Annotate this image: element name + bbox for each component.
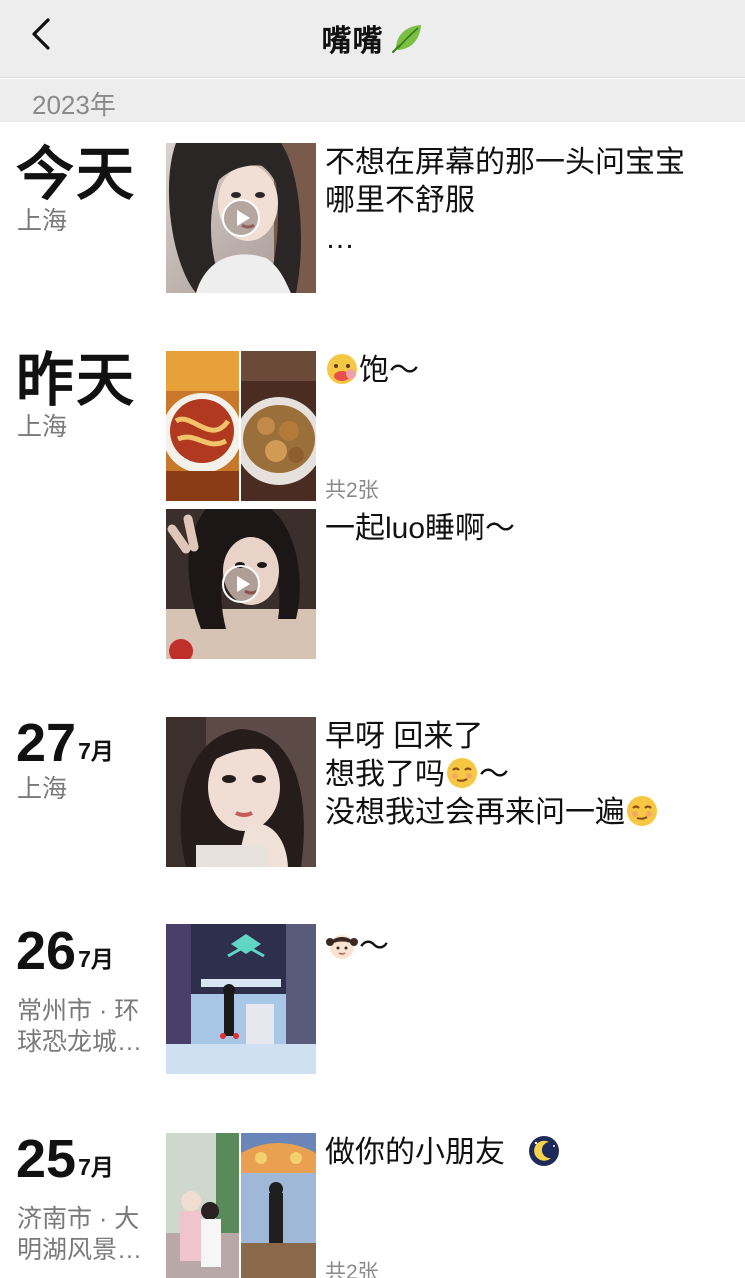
year-section-header: 2023年 (0, 79, 745, 122)
caption-line: 没想我过会再来问一遍 (325, 794, 725, 832)
moon-icon (529, 1136, 560, 1166)
nav-bar: 嘴嘴 (0, 0, 745, 78)
entry-caption[interactable]: 做你的小朋友 (325, 1134, 725, 1172)
video-thumbnail[interactable] (166, 509, 316, 659)
entry-caption[interactable]: 一起luo睡啊～ (325, 510, 725, 548)
timeline-entry: 267月 常州市 · 环 球恐龙城… ～ (0, 902, 745, 1112)
caption-text: 做你的小朋友 (325, 1136, 505, 1169)
caption-suffix: ～ (479, 758, 509, 791)
play-icon[interactable] (221, 198, 261, 238)
photo-count: 共2张 (325, 479, 379, 502)
entry-date: 257月 (16, 1132, 114, 1186)
caption-line-text: 没想我过会再来问一遍 (325, 796, 625, 829)
timeline-entry: 今天 上海 不想在屏幕的那一头问宝宝 哪里不舒服 … (0, 122, 745, 322)
caption-ellipsis: … (325, 222, 355, 255)
year-label: 2023年 (32, 90, 116, 120)
entry-day: 26 (16, 921, 77, 981)
entry-day: 27 (16, 713, 77, 773)
location-line: 明湖风景… (17, 1236, 143, 1264)
photo-count: 共2张 (325, 1261, 379, 1278)
video-thumbnail[interactable] (166, 143, 316, 293)
entry-caption[interactable]: 饱～ (325, 352, 725, 390)
entry-caption[interactable]: ～ (325, 928, 725, 966)
entry-location: 上海 (17, 207, 68, 235)
mall-photo (166, 924, 316, 1074)
entry-location: 济南市 · 大 明湖风景… (17, 1204, 157, 1266)
timeline-entry: 昨天 上海 饱～ 共2张 一起luo睡啊～ (0, 322, 745, 682)
page-title-text: 嘴嘴 (321, 25, 384, 58)
photo-thumbnail[interactable] (241, 1133, 316, 1278)
entry-location: 常州市 · 环 球恐龙城… (17, 996, 157, 1058)
girl-icon (326, 935, 358, 959)
photo-thumbnail[interactable] (166, 1133, 239, 1278)
entry-month: 7月 (78, 1154, 114, 1180)
caption-line: 早呀 回来了 (325, 720, 484, 753)
location-line: 常州市 · 环 (17, 997, 140, 1025)
entry-date: 277月 (16, 716, 114, 770)
portrait-photo (166, 717, 316, 867)
photo-thumbnail[interactable] (241, 351, 316, 501)
photo-thumbnail[interactable] (166, 351, 239, 501)
entry-caption[interactable]: 不想在屏幕的那一头问宝宝 哪里不舒服 … (325, 144, 725, 258)
play-icon[interactable] (221, 564, 261, 604)
caption-line: 不想在屏幕的那一头问宝宝 (325, 146, 685, 179)
caption-text: 饱～ (359, 354, 419, 387)
photo-thumbnail[interactable] (166, 924, 316, 1074)
entry-month: 7月 (78, 738, 114, 764)
entry-date: 267月 (16, 924, 114, 978)
food-photo (241, 351, 316, 501)
entry-day: 今天 (16, 142, 137, 207)
entry-month: 7月 (78, 946, 114, 972)
smirk-face-icon (447, 758, 477, 788)
face-with-food-icon (327, 354, 357, 384)
caption-line: 哪里不舒服 (325, 184, 475, 217)
people-photo (166, 1133, 239, 1278)
carousel-photo (241, 1133, 316, 1278)
page-title: 嘴嘴 (0, 16, 745, 60)
timeline-entry: 277月 上海 早呀 回来了 想我了吗 ～ 没想我过会再来问一遍 (0, 682, 745, 902)
entry-location: 上海 (17, 775, 68, 803)
leaf-icon (391, 25, 421, 54)
smirk-face-icon (627, 796, 657, 826)
location-line: 球恐龙城… (17, 1028, 143, 1056)
entry-day: 25 (16, 1129, 77, 1189)
photo-grid[interactable] (166, 351, 316, 501)
entry-day: 昨天 (16, 348, 137, 413)
entry-caption[interactable]: 早呀 回来了 想我了吗 ～ 没想我过会再来问一遍 (325, 718, 725, 832)
caption-text: ～ (359, 930, 389, 963)
food-photo (166, 351, 239, 501)
photo-grid[interactable] (166, 1133, 316, 1278)
entry-location: 上海 (17, 413, 68, 441)
caption-line-text: 想我了吗 (325, 758, 445, 791)
photo-thumbnail[interactable] (166, 717, 316, 867)
timeline-entry: 257月 济南市 · 大 明湖风景… 做你的小朋友 共2张 (0, 1112, 745, 1278)
caption-line: 想我了吗 ～ (325, 756, 725, 794)
location-line: 济南市 · 大 (17, 1205, 140, 1233)
